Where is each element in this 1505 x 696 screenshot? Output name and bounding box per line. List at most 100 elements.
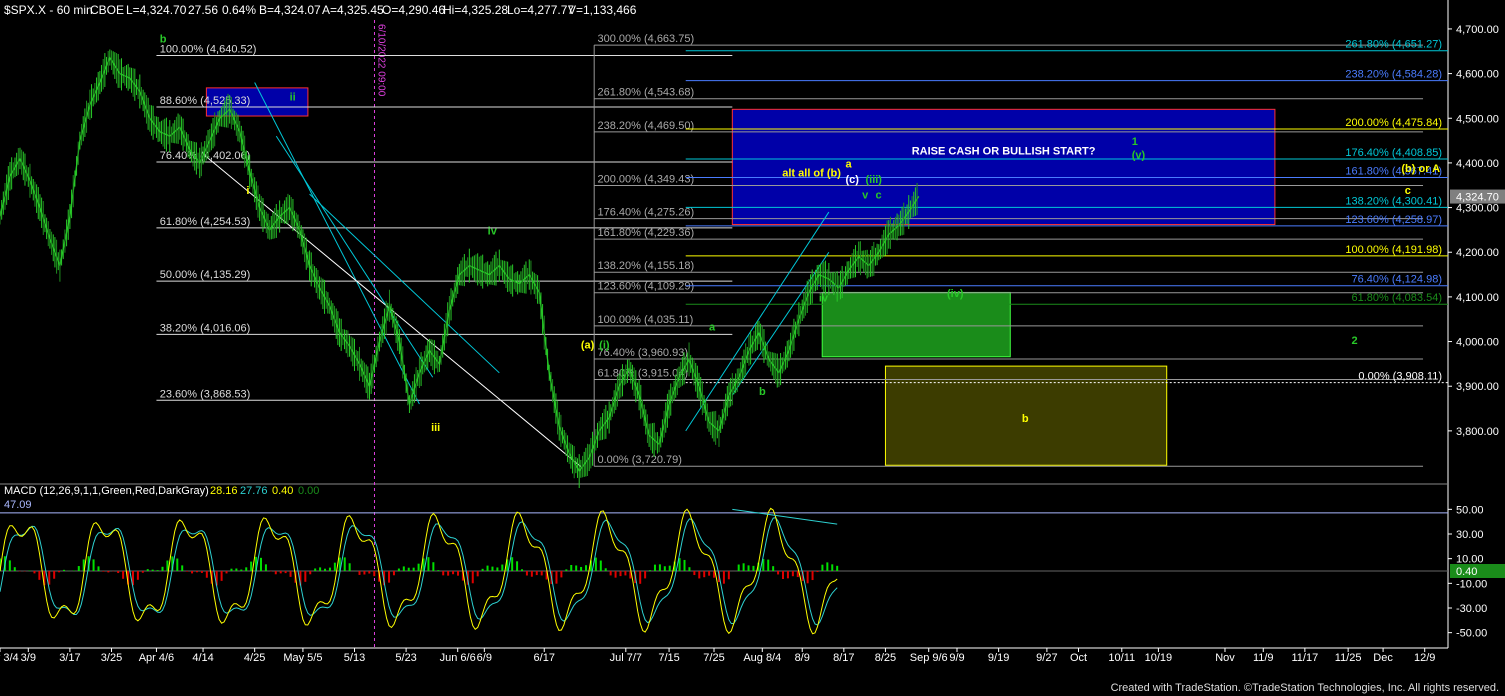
macd-tick-label: -10.00 <box>1456 578 1487 590</box>
time-tick-label: 8/25 <box>875 652 896 664</box>
macd-top-value: 47.09 <box>4 499 32 511</box>
time-tick-label: 6/9 <box>477 652 492 664</box>
header-low: Lo=4,277.77 <box>507 3 574 17</box>
date-marker-label: 6/10/2022 09:00 <box>375 24 386 97</box>
fib-left-label: 100.00% (4,640.52) <box>160 43 257 55</box>
fib-right-label: 200.00% (4,475.84) <box>1345 117 1442 129</box>
time-tick-label: 7/15 <box>658 652 679 664</box>
time-tick-label: Oct <box>1070 652 1087 664</box>
time-tick-label: 11/9 <box>1253 652 1274 664</box>
footer-credit: Created with TradeStation. ©TradeStation… <box>1110 682 1499 694</box>
fib-right-label: 0.00% (3,908.11) <box>1358 371 1442 383</box>
time-tick-label: Apr 4/6 <box>139 652 174 664</box>
fib-mid-label: 200.00% (4,349.43) <box>598 173 695 185</box>
time-tick-label: 9/9 <box>949 652 964 664</box>
fib-right-label: 76.40% (4,124.98) <box>1351 274 1442 286</box>
wave-label: (a) <box>581 339 595 351</box>
time-tick-label: 9/27 <box>1036 652 1057 664</box>
price-tick-label: 4,400.00 <box>1456 158 1499 170</box>
wave-label: a <box>845 158 852 170</box>
wave-label: (iv) <box>947 288 964 300</box>
header-pct: 0.64% <box>222 3 256 17</box>
macd-tick-label: 50.00 <box>1456 504 1484 516</box>
time-tick-label: 10/19 <box>1145 652 1173 664</box>
time-tick-label: 8/17 <box>833 652 854 664</box>
macd-value: 28.16 <box>210 485 238 497</box>
fib-mid-label: 61.80% (3,915.04) <box>598 367 689 379</box>
price-tick-label: 4,500.00 <box>1456 113 1499 125</box>
header-exchange: CBOE <box>90 3 124 17</box>
wave-label: alt all of (b) <box>782 167 841 179</box>
fib-right-label: 238.20% (4,584.28) <box>1345 69 1442 81</box>
price-tick-label: 3,900.00 <box>1456 381 1499 393</box>
macd-tick-label: 10.00 <box>1456 554 1484 566</box>
time-tick-label: 4/25 <box>244 652 265 664</box>
time-tick-label: Dec <box>1373 652 1393 664</box>
wave-label: b <box>160 33 167 45</box>
fib-right-label: 261.80% (4,651.27) <box>1345 39 1442 51</box>
macd-tick-label: -50.00 <box>1456 628 1487 640</box>
fib-left-label: 61.80% (4,254.53) <box>160 216 251 228</box>
price-tick-label: 4,600.00 <box>1456 69 1499 81</box>
fib-mid-label: 0.00% (3,720.79) <box>598 454 682 466</box>
wave-label: (c) <box>845 174 859 186</box>
fib-left-label: 88.60% (4,525.33) <box>160 95 251 107</box>
time-tick-label: Mar 3/4 <box>0 652 19 664</box>
time-tick-label: 7/25 <box>703 652 724 664</box>
time-tick-label: May 5/5 <box>283 652 322 664</box>
wave-label: iv <box>488 225 498 237</box>
wave-label: 2 <box>1351 335 1357 347</box>
wave-label: iii <box>431 422 440 434</box>
wave-label: (iii) <box>865 174 882 186</box>
macd-label: MACD (12,26,9,1,1,Green,Red,DarkGray) <box>4 485 209 497</box>
time-tick-label: 11/25 <box>1335 652 1362 664</box>
time-tick-label: 3/17 <box>59 652 80 664</box>
header-bid: B=4,324.07 <box>259 3 321 17</box>
wave-label: b <box>759 386 766 398</box>
wave-label: v <box>862 190 869 202</box>
macd-hist-value: 0.40 <box>272 485 293 497</box>
fib-mid-label: 161.80% (4,229.36) <box>598 227 695 239</box>
price-tick-label: 4,000.00 <box>1456 337 1499 349</box>
wave-label: i <box>246 185 249 197</box>
fib-left-label: 23.60% (3,868.53) <box>160 388 251 400</box>
price-tick-label: 3,800.00 <box>1456 426 1499 438</box>
wave-label: 1 <box>1132 136 1138 148</box>
price-chart: 6/10/2022 09:00 RAISE CASH OR BULLISH ST… <box>0 0 1505 696</box>
box-label-blue-target: RAISE CASH OR BULLISH START? <box>912 145 1096 157</box>
wave-label: (i) <box>599 339 610 351</box>
box-green-iv <box>821 291 1011 358</box>
header-change: 27.56 <box>188 3 218 17</box>
price-tick-label: 4,700.00 <box>1456 24 1499 36</box>
macd-tick-label: 30.00 <box>1456 529 1484 541</box>
header-high: Hi=4,325.28 <box>443 3 508 17</box>
time-tick-label: 3/25 <box>101 652 122 664</box>
fib-right-label: 138.20% (4,300.41) <box>1345 195 1442 207</box>
wave-label: c <box>1405 185 1411 197</box>
wave-label: (b) or A <box>1401 163 1440 175</box>
wave-label: c <box>875 190 881 202</box>
time-tick-label: Sep 9/6 <box>910 652 948 664</box>
time-tick-label: Aug 8/4 <box>743 652 781 664</box>
time-tick-label: 8/9 <box>795 652 810 664</box>
time-tick-label: 4/14 <box>192 652 213 664</box>
time-tick-label: Jun 6/6 <box>440 652 476 664</box>
time-tick-label: Jul 7/7 <box>610 652 642 664</box>
fib-left-label: 50.00% (4,135.29) <box>160 269 251 281</box>
fib-mid-label: 176.40% (4,275.26) <box>598 207 695 219</box>
fib-mid-label: 261.80% (4,543.68) <box>598 87 695 99</box>
header-symbol: $SPX.X - 60 min <box>4 3 93 17</box>
time-tick-label: 11/17 <box>1292 652 1319 664</box>
price-tick-label: 4,100.00 <box>1456 292 1499 304</box>
macd-tick-label: -30.00 <box>1456 603 1487 615</box>
last-price-label: 4,324.70 <box>1456 192 1499 204</box>
wave-label: iv <box>819 292 829 304</box>
fib-left-label: 38.20% (4,016.06) <box>160 322 251 334</box>
price-tick-label: 4,200.00 <box>1456 247 1499 259</box>
time-tick-label: 3/9 <box>21 652 36 664</box>
time-tick-label: 5/13 <box>344 652 365 664</box>
wave-label: (v) <box>1132 149 1146 161</box>
macd-signal-value: 27.76 <box>240 485 268 497</box>
time-tick-label: 6/17 <box>534 652 555 664</box>
fib-mid-label: 100.00% (4,035.11) <box>598 314 694 326</box>
